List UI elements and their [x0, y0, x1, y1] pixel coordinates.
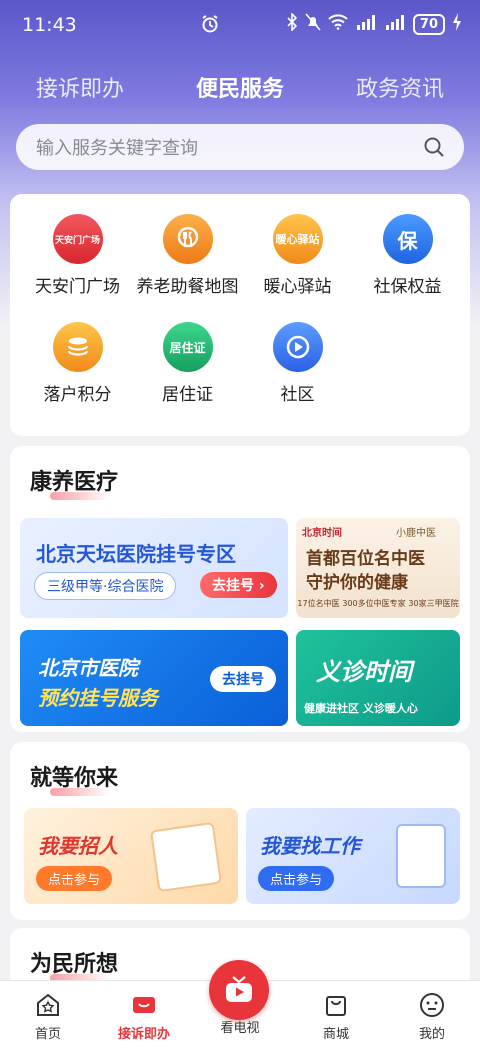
top-tabs: 接诉即办 便民服务 政务资讯 — [0, 62, 480, 112]
insurance-icon: 保 — [382, 214, 433, 264]
banner-tiantan-hospital[interactable]: 北京天坛医院挂号专区 三级甲等·综合医院 去挂号 › — [20, 518, 288, 618]
resume-illustration — [396, 824, 446, 888]
charging-icon — [452, 13, 462, 35]
tab-services[interactable]: 便民服务 — [196, 71, 284, 103]
nav-label: 接诉即办 — [117, 1027, 170, 1042]
register-button[interactable]: 去挂号 › — [200, 572, 277, 598]
jobs-section: 就等你来 我要招人 点击参与 我要找工作 点击参与 — [10, 742, 470, 920]
service-residence-card[interactable]: 居住证 居住证 — [130, 302, 245, 405]
section-title-jobs: 就等你来 — [30, 760, 119, 796]
search-input[interactable]: 输入服务关键字查询 — [16, 124, 464, 170]
tab-complaints[interactable]: 接诉即办 — [36, 71, 124, 103]
status-icons: 70 — [286, 12, 462, 35]
banner-subtitle: 三级甲等·综合医院 — [34, 572, 177, 600]
participate-button[interactable]: 点击参与 — [36, 866, 113, 891]
section-title-text: 为民所想 — [30, 952, 119, 977]
section-title-text: 康养医疗 — [30, 470, 119, 495]
service-label: 养老助餐地图 — [136, 277, 239, 297]
register-button-label: 去挂号 — [212, 578, 254, 594]
banner-tags: 17位名中医 300多位中医专家 30家三甲医院 — [296, 598, 460, 609]
signal-icon-1 — [355, 14, 377, 34]
service-tiananmen[interactable]: 天安门广场 天安门广场 — [20, 194, 135, 297]
community-icon — [272, 322, 323, 372]
section-title-text: 就等你来 — [30, 766, 119, 791]
banner-tag: 17位名中医 — [297, 599, 340, 608]
banner-title: 北京天坛医院挂号专区 — [36, 542, 236, 566]
signal-icon-2 — [384, 14, 406, 34]
nav-complaints[interactable]: 接诉即办 — [96, 981, 192, 1042]
banner-title: 我要招人 — [38, 834, 118, 858]
nav-profile[interactable]: 我的 — [384, 981, 480, 1042]
banner-beijing-hospital[interactable]: 北京市医院 预约挂号服务 去挂号 — [20, 630, 288, 726]
register-button[interactable]: 去挂号 — [210, 666, 276, 692]
search-placeholder: 输入服务关键字查询 — [36, 138, 198, 159]
banner-tag: 30家三甲医院 — [408, 599, 459, 608]
mute-icon — [305, 13, 321, 35]
nav-label: 看电视 — [220, 1021, 260, 1036]
banner-title: 义诊时间 — [316, 658, 412, 686]
banner-free-clinic[interactable]: 义诊时间 健康进社区 义诊暖人心 — [296, 630, 460, 726]
points-icon — [52, 322, 103, 372]
banner-tag: 300多位中医专家 — [342, 599, 406, 608]
section-title-health: 康养医疗 — [30, 464, 119, 500]
service-label: 社区 — [280, 385, 315, 405]
participate-button[interactable]: 点击参与 — [258, 866, 335, 891]
health-section: 康养医疗 北京天坛医院挂号专区 三级甲等·综合医院 去挂号 › 北京时间 小鹿中… — [10, 446, 470, 732]
profile-icon — [418, 991, 446, 1019]
service-community[interactable]: 社区 — [240, 302, 355, 405]
service-label: 居住证 — [162, 385, 213, 405]
hiring-illustration — [149, 821, 223, 893]
service-points[interactable]: 落户积分 — [20, 302, 135, 405]
complaints-icon — [130, 991, 158, 1019]
nav-label: 首页 — [34, 1027, 61, 1042]
service-label: 社保权益 — [373, 277, 442, 297]
warm-station-icon: 暖心驿站 — [272, 214, 323, 264]
service-meal-map[interactable]: 养老助餐地图 — [130, 194, 245, 297]
tv-button[interactable] — [209, 960, 269, 1020]
banner-line2: 守护你的健康 — [306, 573, 408, 593]
nav-label: 商城 — [322, 1027, 349, 1042]
service-insurance[interactable]: 保 社保权益 — [350, 194, 465, 297]
service-label: 暖心驿站 — [263, 277, 332, 297]
banner-hire[interactable]: 我要招人 点击参与 — [24, 808, 238, 904]
bluetooth-icon — [286, 12, 298, 35]
nav-mall[interactable]: 商城 — [288, 981, 384, 1042]
nav-label: 我的 — [418, 1027, 445, 1042]
meal-icon — [162, 214, 213, 264]
battery-level: 70 — [412, 13, 445, 35]
residence-card-icon: 居住证 — [162, 322, 213, 372]
banner-title: 我要找工作 — [260, 834, 360, 858]
search-icon[interactable] — [422, 135, 446, 164]
banner-subtitle: 健康进社区 义诊暖人心 — [304, 702, 418, 715]
shopping-bag-icon — [322, 991, 350, 1019]
status-time: 11:43 — [22, 14, 77, 36]
wifi-icon — [328, 14, 348, 34]
section-title-people: 为民所想 — [30, 946, 119, 982]
tab-news[interactable]: 政务资讯 — [356, 71, 444, 103]
banner-brand: 北京时间 — [302, 528, 342, 539]
tv-icon — [226, 976, 252, 1002]
service-warm-station[interactable]: 暖心驿站 暖心驿站 — [240, 194, 355, 297]
status-bar: 11:43 70 — [0, 0, 480, 50]
banner-line1: 北京市医院 — [38, 656, 138, 680]
alarm-icon — [200, 14, 220, 39]
nav-home[interactable]: 首页 — [0, 981, 96, 1042]
home-icon — [34, 991, 62, 1019]
banner-find-job[interactable]: 我要找工作 点击参与 — [246, 808, 460, 904]
banner-line1: 首都百位名中医 — [306, 549, 425, 569]
service-label: 天安门广场 — [35, 277, 120, 297]
services-card: 天安门广场 天安门广场 养老助餐地图 暖心驿站 暖心驿站 保 社保权益 落户积分… — [10, 194, 470, 436]
banner-tcm-doctors[interactable]: 北京时间 小鹿中医 首都百位名中医 守护你的健康 17位名中医 300多位中医专… — [296, 518, 460, 618]
service-label: 落户积分 — [43, 385, 112, 405]
banner-partner: 小鹿中医 — [396, 528, 436, 539]
tiananmen-icon: 天安门广场 — [52, 214, 103, 264]
banner-line2: 预约挂号服务 — [38, 686, 158, 710]
